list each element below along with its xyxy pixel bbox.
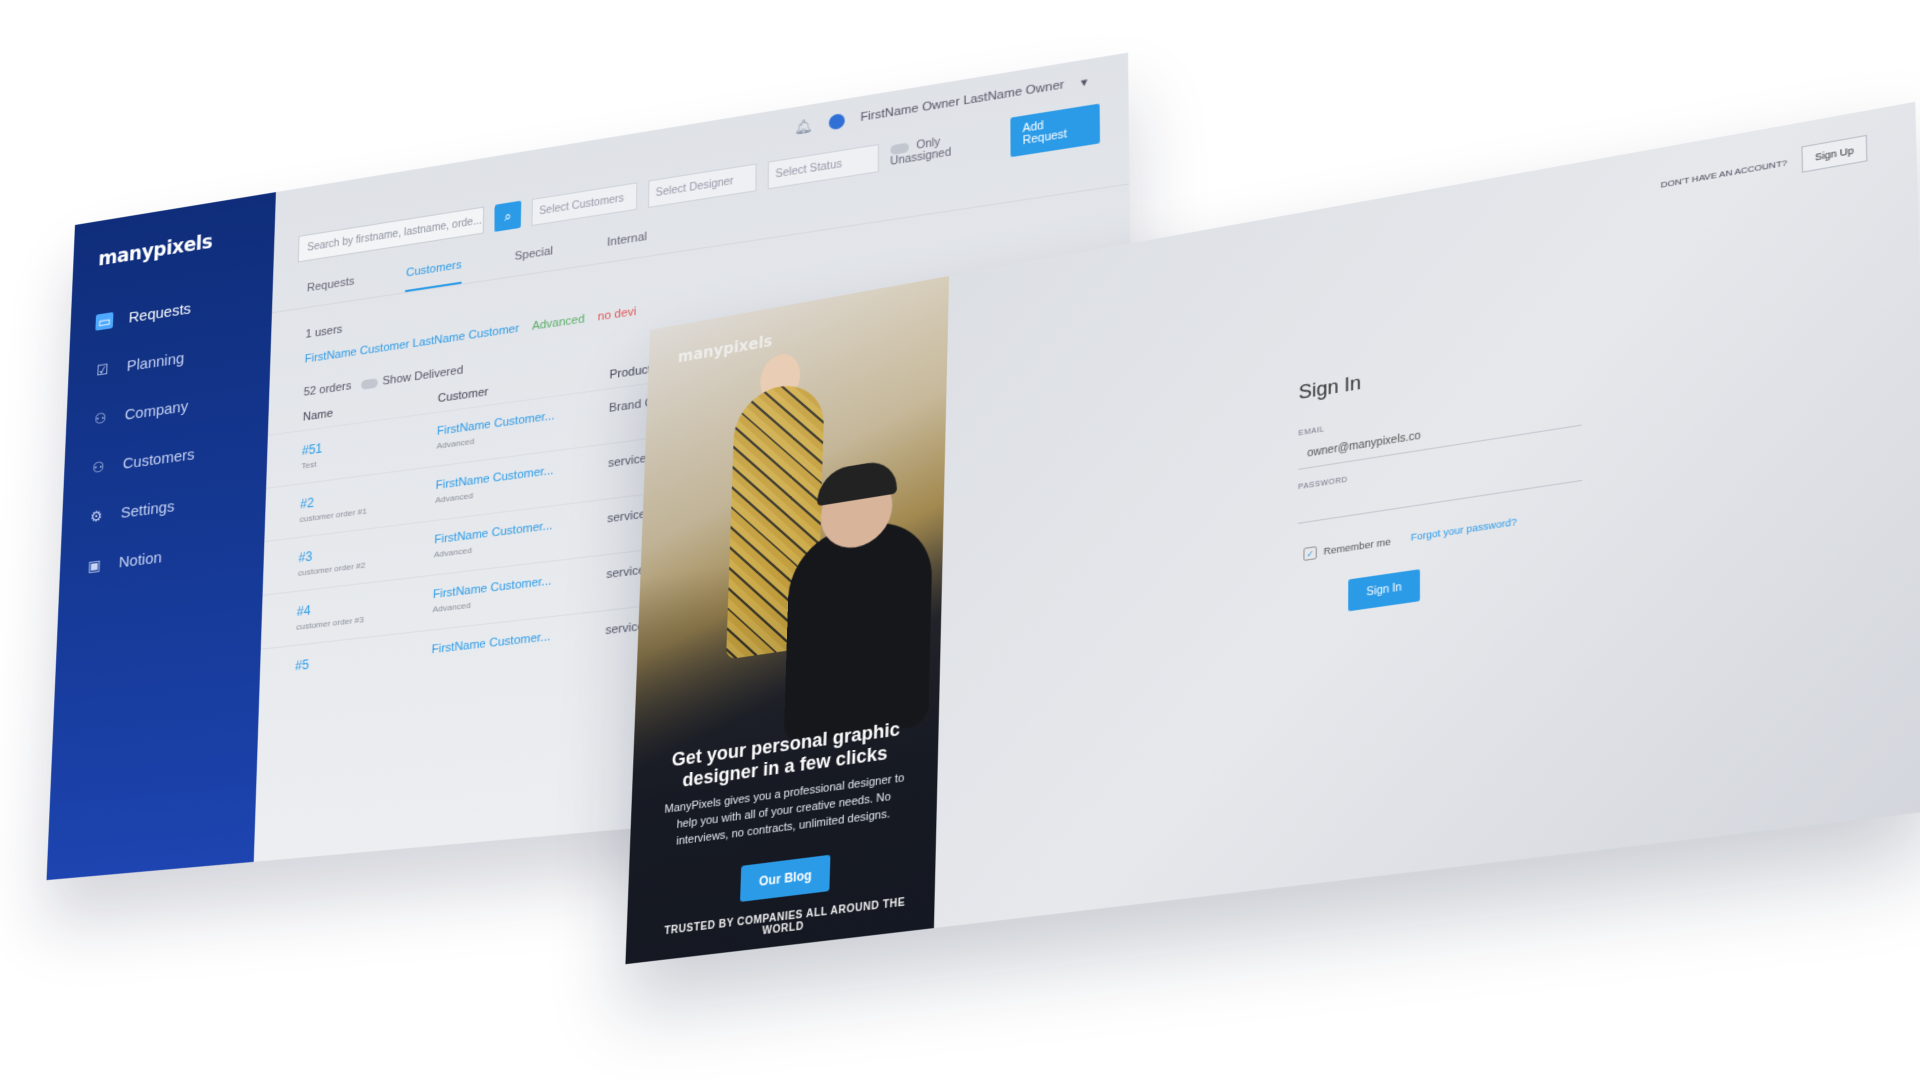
toggle-switch[interactable] <box>361 377 379 390</box>
signin-button[interactable]: Sign In <box>1348 569 1421 612</box>
gear-icon: ⚙ <box>89 506 103 525</box>
only-unassigned-toggle[interactable]: Only Unassigned <box>890 127 999 168</box>
sidebar-item-label: Planning <box>126 349 185 375</box>
sidebar: manypixels ▭ Requests ☑ Planning ⚇ Compa… <box>46 192 276 881</box>
orders-count: 52 orders <box>303 379 352 399</box>
sidebar-item-label: Customers <box>122 445 195 473</box>
users-icon: ⚇ <box>93 408 107 427</box>
signup-prompt: DON'T HAVE AN ACCOUNT? Sign Up <box>1660 134 1868 198</box>
order-number[interactable]: #5 <box>295 643 432 673</box>
email-label: EMAIL <box>1298 425 1325 438</box>
mockup-stage: manypixels ▭ Requests ☑ Planning ⚇ Compa… <box>0 0 1920 1080</box>
checkbox-check-icon[interactable]: ✓ <box>1303 546 1317 562</box>
notion-icon: ▣ <box>87 555 102 574</box>
trusted-banner: TRUSTED BY COMPANIES ALL AROUND THE WORL… <box>664 896 906 938</box>
bell-icon[interactable]: 🔔︎ <box>794 117 813 137</box>
customer-tier-badge: Advanced <box>531 312 585 334</box>
forgot-password-link[interactable]: Forgot your password? <box>1411 516 1517 543</box>
page-title: Sign In <box>1298 371 1362 404</box>
hero-logo: manypixels <box>677 331 773 367</box>
sidebar-item-label: Requests <box>128 299 192 327</box>
avatar[interactable] <box>828 112 845 131</box>
chevron-down-icon[interactable]: ▾ <box>1081 74 1088 89</box>
sidebar-item-label: Notion <box>118 548 163 572</box>
signup-button[interactable]: Sign Up <box>1801 134 1868 173</box>
sidebar-item-label: Settings <box>120 497 175 522</box>
our-blog-button[interactable]: Our Blog <box>740 854 831 902</box>
remember-me-label: Remember me <box>1323 536 1391 557</box>
signup-prompt-text: DON'T HAVE AN ACCOUNT? <box>1660 157 1788 190</box>
search-button[interactable]: ⌕ <box>494 200 522 232</box>
search-icon: ⌕ <box>504 207 512 224</box>
clipboard-icon: ☑ <box>95 360 109 379</box>
order-customer[interactable]: FirstName Customer... <box>431 624 605 656</box>
hero-panel: manypixels Get your personal graphic des… <box>625 276 950 965</box>
user-group-icon: ⚇ <box>91 457 105 476</box>
customer-status-badge: no devi <box>597 305 637 324</box>
sidebar-item-label: Company <box>124 397 189 424</box>
inbox-icon: ▭ <box>95 312 114 331</box>
remember-me-checkbox[interactable]: ✓ Remember me <box>1303 535 1391 562</box>
